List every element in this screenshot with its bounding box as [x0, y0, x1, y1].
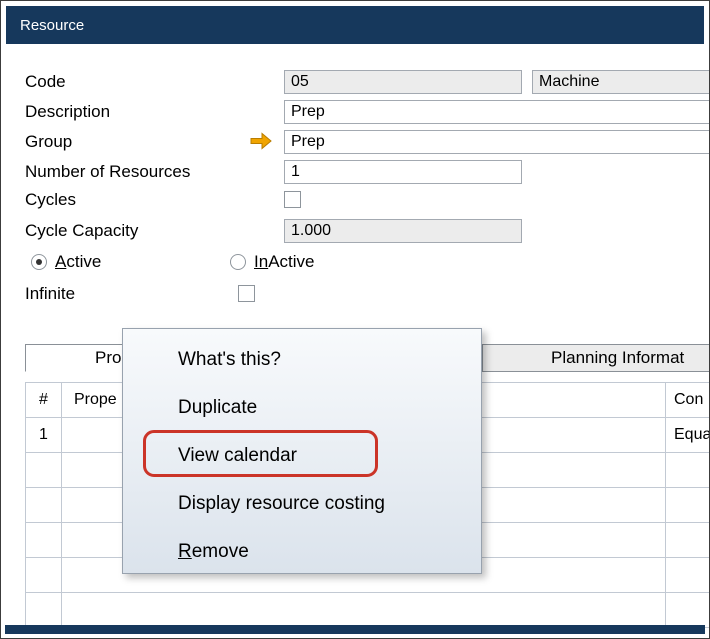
window-bottom-bar: [5, 625, 705, 634]
number-of-resources-input[interactable]: [284, 160, 522, 184]
cycle-capacity-label: Cycle Capacity: [25, 221, 139, 240]
cycles-label: Cycles: [25, 190, 77, 209]
group-label: Group: [25, 132, 73, 151]
menu-item-whats-this[interactable]: What's this?: [123, 336, 481, 384]
table-row[interactable]: [26, 593, 709, 628]
active-radio[interactable]: [31, 254, 47, 270]
active-radio-label: Active: [55, 252, 102, 271]
menu-item-duplicate[interactable]: Duplicate: [123, 384, 481, 432]
description-input[interactable]: [284, 100, 709, 124]
tab-planning-information[interactable]: Planning Informat: [482, 344, 709, 372]
inactive-radio[interactable]: [230, 254, 246, 270]
window-titlebar[interactable]: Resource: [6, 6, 704, 44]
window-title: Resource: [20, 16, 85, 34]
code-input[interactable]: [284, 70, 522, 94]
menu-item-display-resource-costing[interactable]: Display resource costing: [123, 480, 481, 528]
menu-item-view-calendar[interactable]: View calendar: [123, 432, 481, 480]
description-label: Description: [25, 102, 111, 121]
cycle-capacity-input[interactable]: [284, 219, 522, 243]
tab-properties-label: Pro: [95, 348, 122, 367]
number-of-resources-label: Number of Resources: [25, 162, 191, 181]
header-row-number: #: [26, 383, 62, 417]
infinite-checkbox[interactable]: [238, 285, 255, 302]
cell-condition[interactable]: Equa: [666, 418, 709, 452]
resource-window: Resource Code Description Group Number o…: [0, 0, 710, 639]
code-label: Code: [25, 72, 66, 91]
resource-type-input[interactable]: [532, 70, 709, 94]
header-condition: Con: [674, 391, 704, 408]
cell-row-number[interactable]: 1: [26, 418, 62, 452]
tab-planning-information-label: Planning Informat: [551, 348, 685, 367]
group-input[interactable]: [284, 130, 709, 154]
inactive-radio-label: InActive: [254, 252, 315, 271]
cycles-checkbox[interactable]: [284, 191, 301, 208]
link-arrow-icon[interactable]: [249, 132, 273, 150]
context-menu: What's this? Duplicate View calendar Dis…: [122, 328, 482, 574]
menu-item-remove[interactable]: Remove: [123, 528, 481, 576]
infinite-label: Infinite: [25, 284, 76, 303]
